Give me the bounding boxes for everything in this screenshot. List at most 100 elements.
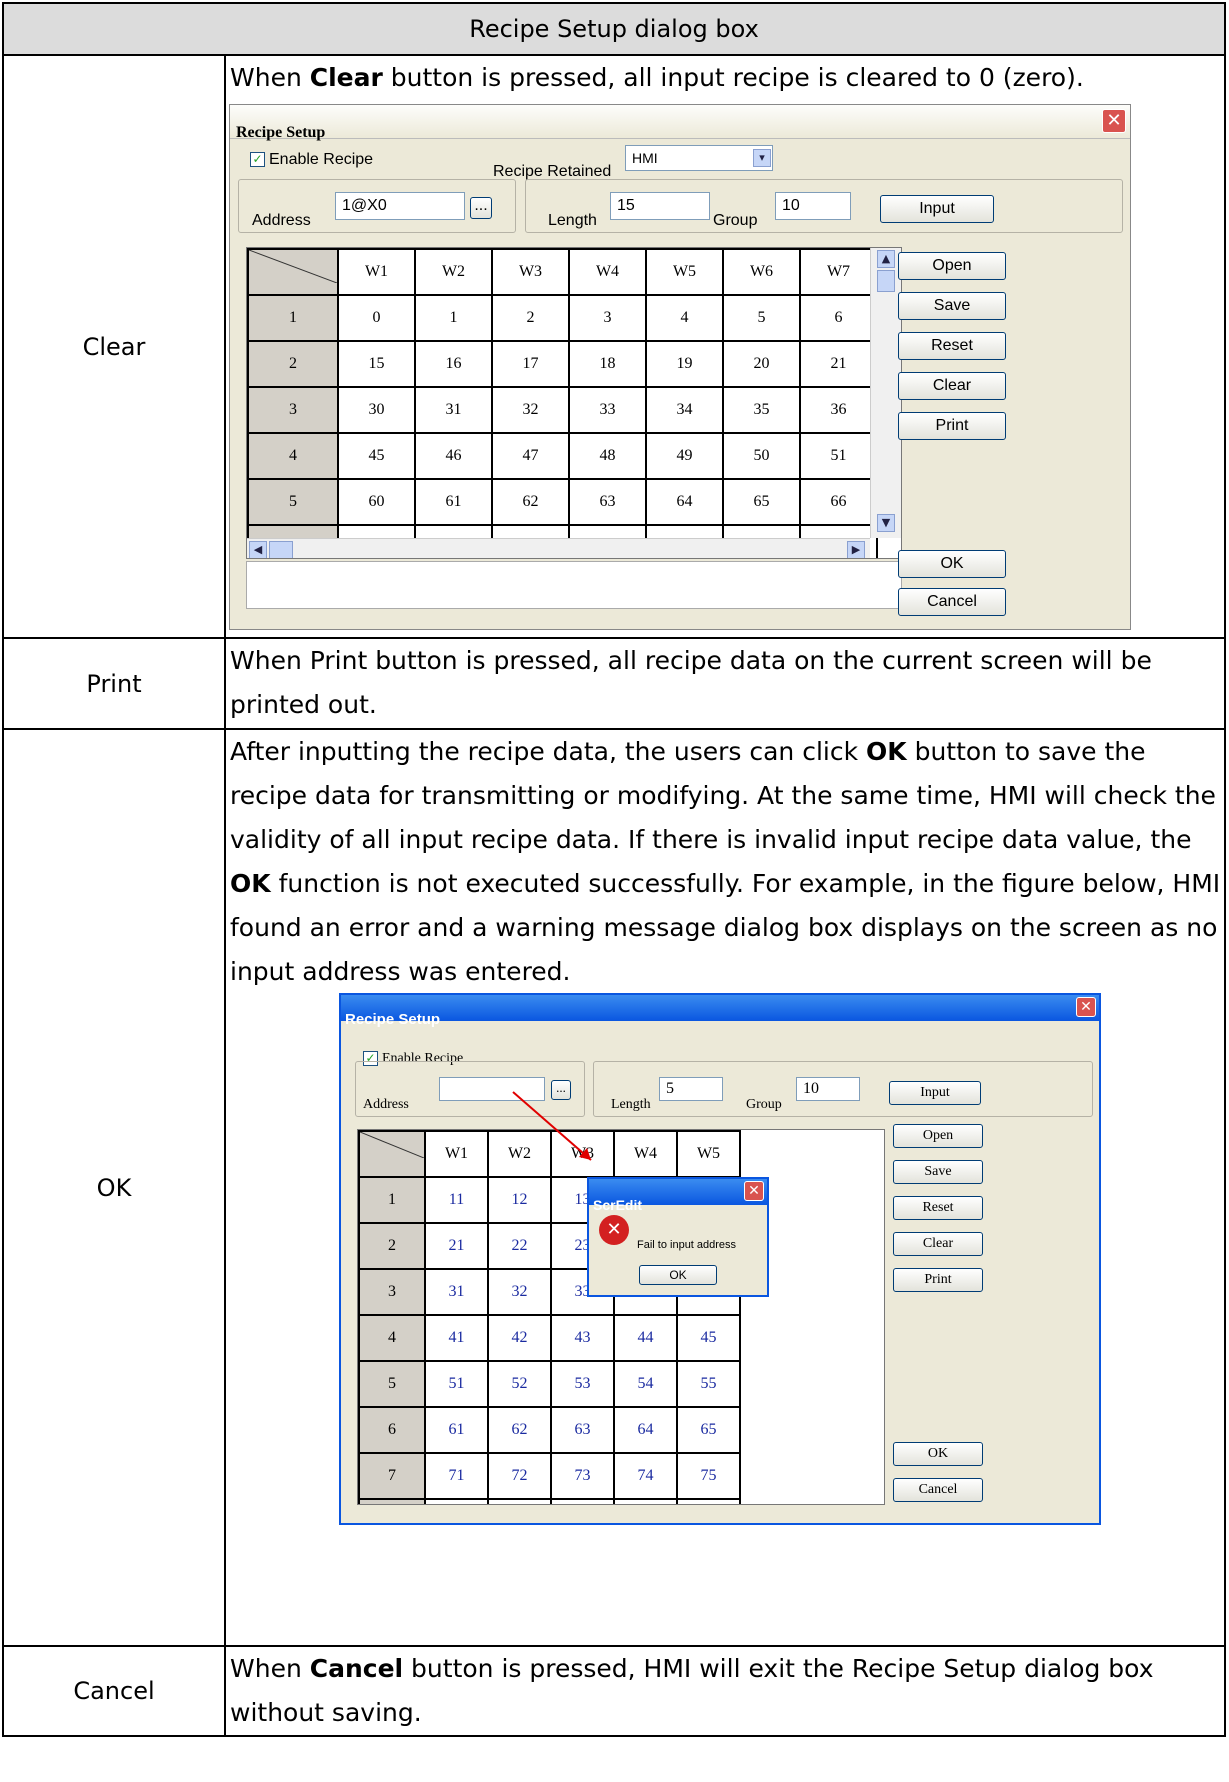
group-label: Group xyxy=(713,212,758,229)
cancel-button[interactable]: Cancel xyxy=(898,588,1006,616)
address-input[interactable]: 1@X0 xyxy=(335,192,465,220)
table-cell[interactable]: 6 xyxy=(799,294,878,342)
table-cell[interactable]: 66 xyxy=(799,478,878,526)
column-header[interactable]: W1 xyxy=(337,248,416,296)
table-row: 5 60 61 62 63 64 65 66 xyxy=(247,478,878,526)
table-cell[interactable]: 5 xyxy=(722,294,801,342)
table-cell[interactable]: 34 xyxy=(645,386,724,434)
row-header: 1 xyxy=(247,294,339,342)
print-button[interactable]: Print xyxy=(898,412,1006,440)
row-header: 4 xyxy=(247,432,339,480)
table-row: 4 45 46 47 48 49 50 51 xyxy=(247,432,878,480)
column-header[interactable]: W3 xyxy=(491,248,570,296)
reset-button[interactable]: Reset xyxy=(898,332,1006,360)
group-input[interactable]: 10 xyxy=(775,192,851,220)
table-cell[interactable]: 21 xyxy=(799,340,878,388)
horizontal-scrollbar[interactable]: ◀ ▶ xyxy=(247,538,870,558)
table-cell[interactable]: 61 xyxy=(414,478,493,526)
recipe-setup-dialog: Recipe Setup ✕ ✓ Enable Recipe Recipe Ret… xyxy=(229,104,1131,630)
address-label: Address xyxy=(252,212,311,229)
table-cell[interactable]: 36 xyxy=(799,386,878,434)
row-desc-ok: After inputting the recipe data, the use… xyxy=(224,728,1226,1647)
table-cell[interactable]: 47 xyxy=(491,432,570,480)
table-cell[interactable]: 31 xyxy=(414,386,493,434)
table-row: 2 15 16 17 18 19 20 21 xyxy=(247,340,878,388)
row-header: 2 xyxy=(247,340,339,388)
table-cell[interactable]: 46 xyxy=(414,432,493,480)
table-cell[interactable]: 0 xyxy=(337,294,416,342)
column-header[interactable]: W4 xyxy=(568,248,647,296)
close-icon[interactable]: ✕ xyxy=(1102,109,1126,133)
table-cell[interactable]: 20 xyxy=(722,340,801,388)
row-header: 3 xyxy=(247,386,339,434)
table-cell[interactable]: 3 xyxy=(568,294,647,342)
row-label-ok: OK xyxy=(2,728,226,1647)
table-cell[interactable]: 17 xyxy=(491,340,570,388)
table-cell[interactable]: 51 xyxy=(799,432,878,480)
row-desc-print: When Print button is pressed, all recipe… xyxy=(224,637,1226,730)
table-cell[interactable]: 1 xyxy=(414,294,493,342)
recipe-table: W1 W2 W3 W4 W5 W6 W7 1 0 1 2 3 4 5 6 2 15 16 17 18 19 20 21 3 30… xyxy=(247,248,878,558)
clear-button[interactable]: Clear xyxy=(898,372,1006,400)
row-label-cancel: Cancel xyxy=(2,1645,226,1737)
row-desc-cancel: When Cancel button is pressed, HMI will … xyxy=(224,1645,1226,1737)
row-label-print: Print xyxy=(2,637,226,730)
ok-button[interactable]: OK xyxy=(898,550,1006,578)
column-header[interactable]: W2 xyxy=(414,248,493,296)
row-header: 5 xyxy=(247,478,339,526)
grid-corner xyxy=(247,248,339,296)
clear-text: When Clear button is pressed, all input … xyxy=(230,63,1084,92)
length-input[interactable]: 15 xyxy=(610,192,710,220)
doc-table: Recipe Setup dialog box Clear When Clear… xyxy=(2,2,1226,1737)
scroll-right-icon[interactable]: ▶ xyxy=(847,541,865,558)
table-cell[interactable]: 35 xyxy=(722,386,801,434)
chevron-down-icon[interactable]: ▾ xyxy=(753,149,771,167)
pointer-arrow xyxy=(512,1091,592,1161)
check-icon: ✓ xyxy=(250,152,265,168)
table-cell[interactable]: 49 xyxy=(645,432,724,480)
table-cell[interactable]: 64 xyxy=(645,478,724,526)
table-cell[interactable]: 33 xyxy=(568,386,647,434)
table-cell[interactable]: 62 xyxy=(491,478,570,526)
scroll-up-icon[interactable]: ▲ xyxy=(877,250,895,268)
enable-recipe-checkbox[interactable]: ✓ Enable Recipe xyxy=(250,150,373,170)
scroll-thumb[interactable] xyxy=(877,270,895,292)
table-cell[interactable]: 63 xyxy=(568,478,647,526)
status-area xyxy=(246,561,902,609)
table-cell[interactable]: 48 xyxy=(568,432,647,480)
browse-button[interactable]: ... xyxy=(470,197,492,219)
table-cell[interactable]: 15 xyxy=(337,340,416,388)
scroll-thumb-h[interactable] xyxy=(269,541,293,558)
table-cell[interactable]: 65 xyxy=(722,478,801,526)
table-row: 3 30 31 32 33 34 35 36 xyxy=(247,386,878,434)
open-button[interactable]: Open xyxy=(898,252,1006,280)
recipe-retained-select[interactable]: HMI ▾ xyxy=(625,145,773,171)
table-cell[interactable]: 19 xyxy=(645,340,724,388)
column-header[interactable]: W7 xyxy=(799,248,878,296)
row-label-clear: Clear xyxy=(2,54,226,639)
table-header: Recipe Setup dialog box xyxy=(2,2,1226,56)
table-cell[interactable]: 2 xyxy=(491,294,570,342)
scroll-down-icon[interactable]: ▼ xyxy=(877,514,895,532)
table-cell[interactable]: 18 xyxy=(568,340,647,388)
recipe-setup-dialog-error: Recipe Setup ✕ ✓ Enable Recipe Address ..… xyxy=(339,993,1101,1525)
ok-text: After inputting the recipe data, the use… xyxy=(230,737,1221,986)
table-row: 10123456 xyxy=(247,294,878,342)
input-button[interactable]: Input xyxy=(880,195,994,223)
row-desc-clear: When Clear button is pressed, all input … xyxy=(224,54,1226,639)
table-cell[interactable]: 45 xyxy=(337,432,416,480)
table-cell[interactable]: 32 xyxy=(491,386,570,434)
dialog-title: Recipe Setup xyxy=(236,124,326,141)
dialog-titlebar: Recipe Setup ✕ xyxy=(230,105,1130,141)
table-cell[interactable]: 4 xyxy=(645,294,724,342)
table-cell[interactable]: 30 xyxy=(337,386,416,434)
scroll-left-icon[interactable]: ◀ xyxy=(249,541,267,558)
column-header[interactable]: W6 xyxy=(722,248,801,296)
save-button[interactable]: Save xyxy=(898,292,1006,320)
table-cell[interactable]: 50 xyxy=(722,432,801,480)
recipe-grid: W1 W2 W3 W4 W5 W6 W7 1 0 1 2 3 4 5 6 2 15 16 17 18 19 20 21 3 30… xyxy=(246,247,902,559)
table-cell[interactable]: 16 xyxy=(414,340,493,388)
table-cell[interactable]: 60 xyxy=(337,478,416,526)
length-label: Length xyxy=(548,212,597,229)
column-header[interactable]: W5 xyxy=(645,248,724,296)
